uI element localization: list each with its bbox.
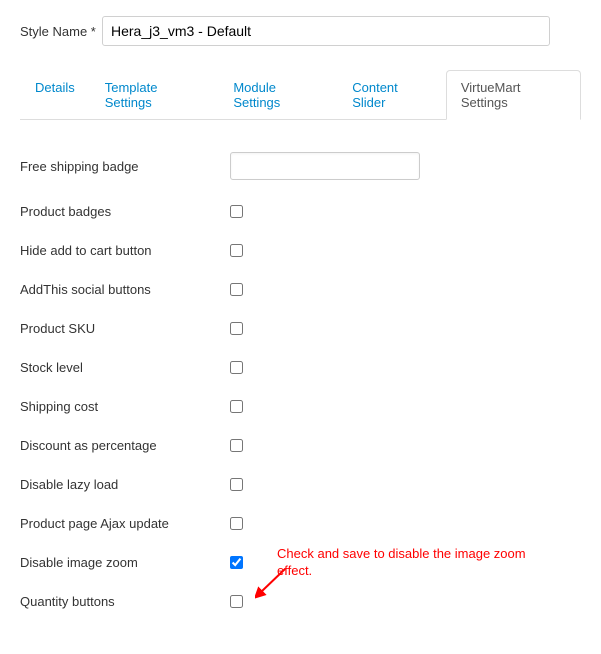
quantity-buttons-label: Quantity buttons	[20, 594, 230, 609]
tab-details[interactable]: Details	[20, 70, 90, 120]
product-badges-row: Product badges	[20, 192, 581, 231]
tab-module-settings[interactable]: Module Settings	[218, 70, 337, 120]
discount-percentage-row: Discount as percentage	[20, 426, 581, 465]
stock-level-checkbox[interactable]	[230, 361, 243, 374]
disable-image-zoom-label: Disable image zoom	[20, 555, 230, 570]
style-name-input[interactable]	[102, 16, 550, 46]
stock-level-label: Stock level	[20, 360, 230, 375]
tab-template-settings[interactable]: Template Settings	[90, 70, 219, 120]
hide-add-to-cart-row: Hide add to cart button	[20, 231, 581, 270]
disable-lazy-load-label: Disable lazy load	[20, 477, 230, 492]
tabs-bar: Details Template Settings Module Setting…	[20, 70, 581, 120]
product-page-ajax-checkbox[interactable]	[230, 517, 243, 530]
quantity-buttons-checkbox[interactable]	[230, 595, 243, 608]
free-shipping-badge-row: Free shipping badge	[20, 140, 581, 192]
product-sku-label: Product SKU	[20, 321, 230, 336]
addthis-social-label: AddThis social buttons	[20, 282, 230, 297]
shipping-cost-label: Shipping cost	[20, 399, 230, 414]
addthis-social-row: AddThis social buttons	[20, 270, 581, 309]
addthis-social-checkbox[interactable]	[230, 283, 243, 296]
product-badges-checkbox[interactable]	[230, 205, 243, 218]
product-page-ajax-label: Product page Ajax update	[20, 516, 230, 531]
disable-image-zoom-checkbox[interactable]	[230, 556, 243, 569]
style-name-row: Style Name *	[20, 16, 581, 46]
shipping-cost-checkbox[interactable]	[230, 400, 243, 413]
discount-percentage-label: Discount as percentage	[20, 438, 230, 453]
shipping-cost-row: Shipping cost	[20, 387, 581, 426]
hide-add-to-cart-label: Hide add to cart button	[20, 243, 230, 258]
product-badges-label: Product badges	[20, 204, 230, 219]
product-page-ajax-row: Product page Ajax update	[20, 504, 581, 543]
disable-lazy-load-row: Disable lazy load	[20, 465, 581, 504]
hide-add-to-cart-checkbox[interactable]	[230, 244, 243, 257]
tab-content-slider[interactable]: Content Slider	[337, 70, 446, 120]
product-sku-row: Product SKU	[20, 309, 581, 348]
discount-percentage-checkbox[interactable]	[230, 439, 243, 452]
free-shipping-badge-input[interactable]	[230, 152, 420, 180]
settings-panel: Style Name * Details Template Settings M…	[20, 16, 581, 621]
quantity-buttons-row: Quantity buttons	[20, 582, 581, 621]
annotation-text: Check and save to disable the image zoom…	[277, 546, 557, 580]
disable-lazy-load-checkbox[interactable]	[230, 478, 243, 491]
product-sku-checkbox[interactable]	[230, 322, 243, 335]
stock-level-row: Stock level	[20, 348, 581, 387]
tab-virtuemart-settings[interactable]: VirtueMart Settings	[446, 70, 581, 120]
free-shipping-badge-label: Free shipping badge	[20, 159, 230, 174]
style-name-label: Style Name *	[20, 24, 102, 39]
